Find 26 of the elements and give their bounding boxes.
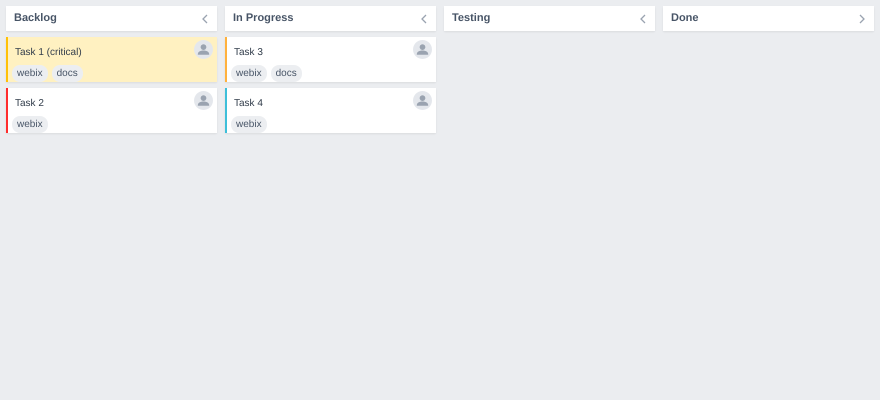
collapse-chevron-icon[interactable] bbox=[201, 14, 209, 24]
tag: webix bbox=[231, 65, 267, 82]
task-card[interactable]: Task 4 webix bbox=[225, 88, 436, 133]
tag: docs bbox=[270, 65, 302, 82]
column-title: In Progress bbox=[233, 11, 294, 26]
task-title: Task 4 bbox=[234, 97, 263, 111]
avatar-icon bbox=[194, 40, 213, 59]
column-title: Done bbox=[671, 11, 698, 26]
tag: webix bbox=[231, 116, 267, 133]
task-title: Task 3 bbox=[234, 46, 263, 60]
task-title: Task 1 (critical) bbox=[15, 46, 82, 60]
tag: docs bbox=[52, 65, 83, 82]
avatar-icon bbox=[194, 91, 213, 110]
task-title: Task 2 bbox=[15, 97, 44, 111]
column-title: Backlog bbox=[14, 11, 57, 26]
tag: webix bbox=[12, 65, 48, 82]
collapse-chevron-icon[interactable] bbox=[639, 14, 647, 24]
task-card[interactable]: Task 1 (critical) webix docs bbox=[6, 37, 217, 82]
avatar-icon bbox=[413, 40, 432, 59]
avatar-icon bbox=[413, 91, 432, 110]
task-card[interactable]: Task 2 webix bbox=[6, 88, 217, 133]
task-card[interactable]: Task 3 webix docs bbox=[225, 37, 436, 82]
column-title: Testing bbox=[452, 11, 490, 26]
collapse-chevron-icon[interactable] bbox=[420, 14, 428, 24]
expand-chevron-icon[interactable] bbox=[858, 14, 866, 24]
tag: webix bbox=[12, 116, 48, 133]
